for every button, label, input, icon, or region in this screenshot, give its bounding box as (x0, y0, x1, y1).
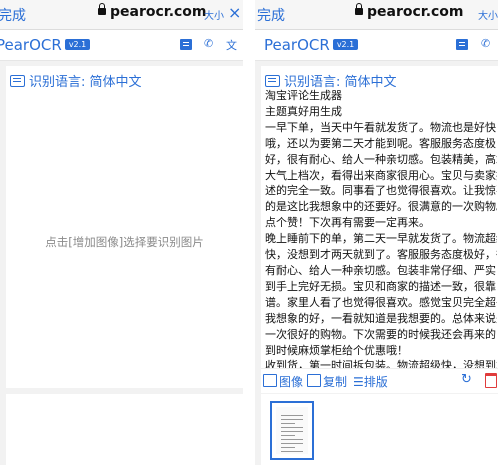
ocr-line: 一次很好的购物。下次需要的时候我还会再来的 (265, 327, 496, 341)
thumbnail-text-line (281, 439, 303, 440)
result-toolbar: 图像 复制 ☰排版 ↻ (261, 368, 498, 393)
app-title: PearOCR v2.1 (264, 36, 359, 54)
version-badge: v2.1 (64, 39, 91, 50)
refresh-icon[interactable]: ↻ (461, 372, 472, 387)
thumbnail-text-line (281, 419, 303, 420)
lock-icon (98, 3, 106, 15)
ocr-line: 有耐心、给人一种亲切感。包装非常仔细、严实 (265, 263, 496, 277)
thumbnail-text-line (281, 435, 295, 436)
right-phone-screen: 完成 pearocr.com 大小 PearOCR v2.1 ✆ 识别语言: 简体… (255, 0, 498, 465)
ocr-result-panel: 识别语言: 简体中文 点击[增加图像]选择要识别图片 (6, 66, 243, 388)
language-label: 识别语言: 简体中文 (29, 75, 142, 90)
ocr-line: 晚上睡前下的单，第二天一早就发货了。物流超级 (265, 232, 497, 246)
image-list-panel (6, 394, 243, 465)
ocr-line: 淘宝评论生成器 (265, 89, 342, 102)
screen-divider (243, 0, 255, 465)
ocr-line: 的是这比我想象中的还要好。很满意的一次购物。 (265, 200, 497, 214)
thumbnail-page (276, 407, 308, 454)
image-button-label: 图像 (279, 375, 304, 389)
thumbnail-text-line (281, 427, 303, 428)
ocr-line: 点个赞！下次再有需要一定再来。 (265, 216, 430, 230)
lock-icon (355, 3, 363, 15)
image-icon (263, 374, 277, 387)
feedback-icon[interactable] (456, 39, 468, 50)
ocr-line: 好，很有耐心、给人一种亲切感。包装精美，高端 (265, 152, 497, 166)
close-icon[interactable]: × (228, 3, 241, 22)
thumbnail-text-line (281, 415, 303, 416)
ocr-line: 主题真好用生成 (265, 104, 342, 118)
phone-icon[interactable]: ✆ (481, 37, 493, 50)
url-text: pearocr.com (367, 4, 464, 20)
address-bar[interactable]: pearocr.com (98, 3, 207, 20)
menu-icon: ☰ (353, 375, 364, 389)
layout-button-label: 排版 (363, 375, 388, 389)
keyboard-icon (265, 75, 280, 87)
copy-button-label: 复制 (323, 375, 348, 389)
copy-icon (307, 374, 321, 387)
ocr-line: 一早下单，当天中午看就发货了。物流也是好快 (265, 120, 496, 134)
thumbnail-text-line (281, 447, 295, 448)
phone-icon[interactable]: ✆ (204, 37, 216, 50)
ocr-line: 述的完全一致。同事看了也觉得很喜欢。让我惊喜 (265, 184, 497, 198)
app-header: PearOCR v2.1 ✆ (255, 30, 498, 61)
ocr-result-panel: 识别语言: 简体中文 淘宝评论生成器 主题真好用生成 一早下单，当天中午看就发货了。… (261, 66, 498, 372)
thumbnail-text-line (281, 451, 303, 452)
translate-icon[interactable]: 文 (226, 37, 238, 52)
empty-hint[interactable]: 点击[增加图像]选择要识别图片 (6, 234, 243, 250)
image-thumbnail[interactable] (270, 401, 314, 460)
browser-top-bar: 完成 pearocr.com 大小 × (0, 0, 243, 30)
browser-top-bar: 完成 pearocr.com 大小 (255, 0, 498, 30)
thumbnail-text-line (281, 431, 303, 432)
thumbnail-text-line (281, 443, 303, 444)
ocr-result-text[interactable]: 淘宝评论生成器 主题真好用生成一早下单，当天中午看就发货了。物流也是好快 哦，还以为… (265, 88, 497, 374)
ocr-line: 大气上档次，看得出来商家很用心。宝贝与卖家描 (265, 168, 497, 182)
text-size-button[interactable]: 大小 (204, 7, 224, 22)
keyboard-icon (10, 75, 25, 87)
ocr-line: 到时候麻烦掌柜给个优惠哦！ (265, 343, 408, 357)
ocr-line: 快，没想到才两天就到了。客服服务态度极好，很 (265, 248, 497, 262)
ocr-line: 我想象的好，一看就知道是我想要的。总体来说是 (265, 311, 497, 325)
thumbnail-text-line (281, 423, 295, 424)
app-header: PearOCR v2.1 ✆ 文 (0, 30, 243, 61)
language-selector[interactable]: 识别语言: 简体中文 (10, 71, 142, 90)
text-size-button[interactable]: 大小 (478, 7, 498, 22)
address-bar[interactable]: pearocr.com (355, 3, 464, 20)
url-text: pearocr.com (110, 4, 207, 20)
delete-icon[interactable] (485, 373, 497, 388)
app-name: PearOCR (0, 36, 62, 54)
app-title: PearOCR v2.1 (0, 36, 91, 54)
ocr-line: 哦，还以为要第二天才能到呢。客服服务态度极 (265, 136, 496, 150)
image-button[interactable]: 图像 (263, 373, 303, 390)
app-name: PearOCR (264, 36, 330, 54)
layout-button[interactable]: ☰排版 (353, 373, 388, 390)
left-phone-screen: 完成 pearocr.com 大小 × PearOCR v2.1 ✆ 文 识别语言… (0, 0, 243, 465)
copy-button[interactable]: 复制 (307, 373, 347, 390)
feedback-icon[interactable] (180, 39, 192, 50)
done-button[interactable]: 完成 (257, 5, 285, 25)
version-badge: v2.1 (332, 39, 359, 50)
done-button[interactable]: 完成 (0, 5, 26, 25)
ocr-line: 谱。家里人看了也觉得很喜欢。感觉宝贝完全超乎 (265, 295, 497, 309)
ocr-line: 到手上完好无损。宝贝和商家的描述一致，很靠 (265, 279, 496, 293)
